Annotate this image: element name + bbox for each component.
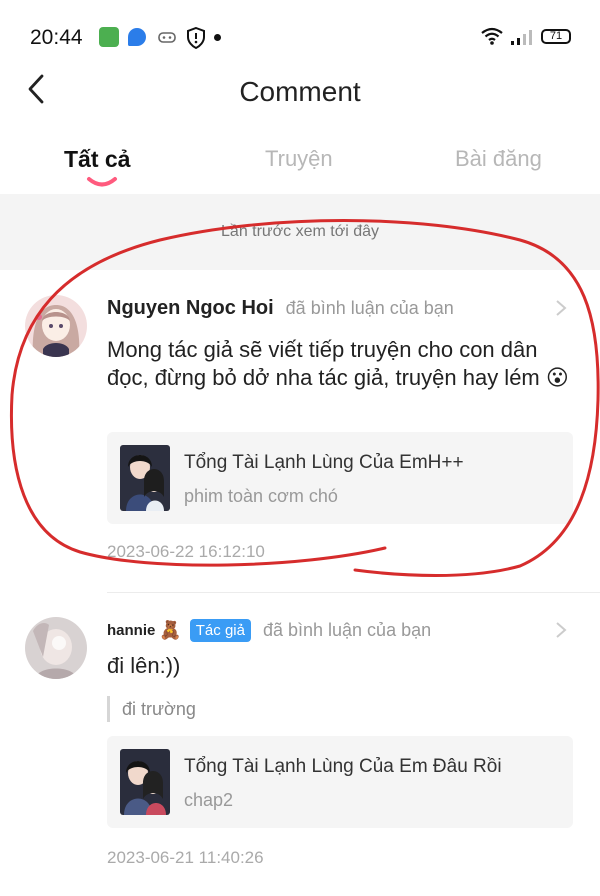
- story-card[interactable]: Tổng Tài Lạnh Lùng Của Em Đâu Rồi chap2: [107, 736, 573, 828]
- app-icon-blue: [128, 28, 146, 46]
- app-icon-green: [99, 27, 119, 47]
- avatar[interactable]: [25, 617, 87, 679]
- page-title: Comment: [239, 76, 361, 107]
- timestamp: 2023-06-21 11:40:26: [107, 848, 264, 867]
- tab-indicator: [87, 177, 117, 187]
- comment-header: Nguyen Ngoc Hoi đã bình luận của bạn: [107, 294, 454, 322]
- notification-dot-icon: [214, 34, 221, 41]
- teddy-bear-icon: 🧸: [159, 619, 182, 640]
- status-time: 20:44: [30, 26, 83, 49]
- header: Comment: [0, 72, 600, 128]
- chevron-right-icon[interactable]: [554, 298, 568, 318]
- story-title: Tổng Tài Lạnh Lùng Của Em Đâu Rồi: [184, 756, 502, 777]
- shield-icon: [186, 26, 206, 50]
- timestamp: 2023-06-22 16:12:10: [107, 542, 265, 561]
- story-cover: [120, 749, 170, 815]
- story-subtitle: chap2: [184, 790, 234, 810]
- wifi-icon: [480, 26, 504, 51]
- author-badge: Tác giả: [189, 618, 251, 642]
- game-controller-icon: [157, 27, 177, 47]
- status-bar: 20:44 71: [0, 0, 600, 72]
- story-title: Tổng Tài Lạnh Lùng Của EmH++: [184, 452, 464, 473]
- tab-stories[interactable]: Truyện: [265, 146, 333, 172]
- avatar[interactable]: [25, 295, 87, 357]
- story-card[interactable]: Tổng Tài Lạnh Lùng Của EmH++ phim toàn c…: [107, 432, 573, 524]
- comment-header: hannie 🧸 Tác giả đã bình luận của bạn: [107, 616, 431, 644]
- comment-text: đi lên:)): [107, 653, 181, 678]
- action-text: đã bình luận của bạn: [262, 619, 432, 640]
- story-cover: [120, 445, 170, 511]
- battery-icon: 71: [541, 29, 571, 44]
- comment-item[interactable]: hannie 🧸 Tác giả đã bình luận của bạn đi…: [0, 592, 600, 892]
- user-name[interactable]: Nguyen Ngoc Hoi: [107, 297, 274, 320]
- tab-all[interactable]: Tất cả: [64, 146, 130, 173]
- comment-text: Mong tác giả sẽ viết tiếp truyện cho con…: [107, 337, 569, 390]
- story-subtitle: phim toàn cơm chó: [184, 486, 338, 506]
- user-name[interactable]: hannie: [107, 622, 155, 639]
- tab-posts[interactable]: Bài đăng: [455, 146, 542, 172]
- chevron-right-icon[interactable]: [554, 620, 568, 640]
- quoted-text: đi trường: [107, 696, 196, 722]
- signal-icon: [510, 28, 534, 51]
- action-text: đã bình luận của bạn: [285, 297, 454, 318]
- tab-bar: Tất cả Truyện Bài đăng: [0, 140, 600, 192]
- comment-item[interactable]: Nguyen Ngoc Hoi đã bình luận của bạn Mon…: [0, 270, 600, 590]
- last-viewed-banner: Lần trước xem tới đây: [0, 194, 600, 270]
